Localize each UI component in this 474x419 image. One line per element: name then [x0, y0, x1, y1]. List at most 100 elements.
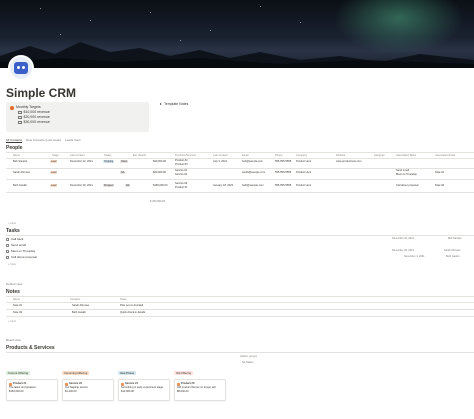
col-header[interactable]: Associated Tasks: [396, 154, 416, 157]
page-title: Simple CRM: [6, 86, 77, 100]
note-text: Quick check-in details: [120, 311, 146, 314]
checkbox[interactable]: [6, 249, 9, 253]
phone[interactable]: 555-555-5555: [275, 171, 291, 174]
deal-value: $30,000.00: [153, 160, 166, 163]
col-header[interactable]: Stage: [52, 154, 59, 157]
person-name[interactable]: Sarah Ahmose: [13, 171, 30, 174]
view-tabs: All Contacts New Contacts (Last week) Le…: [6, 138, 81, 143]
board-column: Current Offering Product #1 The latest a…: [6, 361, 58, 403]
product-card[interactable]: Service #4 Something in early experiment…: [118, 379, 170, 401]
task-link[interactable]: Send email: [396, 169, 409, 172]
task-name: Send email: [11, 243, 27, 247]
col-header[interactable]: Email: [242, 154, 249, 157]
deal-value: $150,000.00: [153, 184, 168, 187]
status-tag: Ongoing: [103, 160, 115, 163]
col-header[interactable]: Phone: [275, 154, 283, 157]
column-header[interactable]: Current Offering: [6, 371, 31, 375]
person-name[interactable]: Bob Sample: [13, 160, 27, 163]
table-divider: [6, 302, 474, 303]
task-link[interactable]: Call about proposal: [396, 184, 418, 187]
col-header[interactable]: Notes: [120, 298, 127, 301]
col-header[interactable]: Last Contact: [70, 154, 85, 157]
note-link[interactable]: Note #1: [435, 171, 444, 174]
notes-view-tabs: Default view: [6, 282, 22, 286]
checkbox[interactable]: [18, 120, 22, 125]
checkbox[interactable]: [6, 243, 9, 247]
col-header[interactable]: Name: [13, 298, 20, 301]
column-header[interactable]: Idea Phase: [118, 371, 137, 375]
column-header[interactable]: Old Offering: [174, 371, 194, 375]
task-item[interactable]: Send email: [6, 243, 26, 247]
status-tag: Prospect: [103, 184, 115, 187]
no-status-group[interactable]: No Status: [242, 361, 253, 364]
col-header[interactable]: Products/Services: [175, 154, 196, 157]
tab-leads-view[interactable]: Leads View: [65, 138, 80, 143]
note-name[interactable]: Note #1: [13, 304, 22, 307]
person-name[interactable]: Beth Gaskin: [13, 184, 27, 187]
note-name[interactable]: Note #2: [13, 311, 22, 314]
toggle-label: Template Notes: [164, 102, 189, 106]
view-board[interactable]: Board view: [6, 338, 21, 342]
task-item[interactable]: Call about proposal: [6, 255, 37, 259]
phone[interactable]: 555-555-5555: [275, 184, 291, 187]
product-card[interactable]: Service #3 Our flagship service $1,200.0…: [62, 379, 114, 401]
deal-value: $20,000.00: [153, 171, 166, 174]
add-person-button[interactable]: + New: [8, 221, 16, 225]
product-card[interactable]: Product #1 The latest and greatest $150,…: [6, 379, 58, 401]
product-link[interactable]: Service #3: [175, 182, 187, 185]
col-header[interactable]: Est. Deal $: [133, 154, 146, 157]
product-link[interactable]: Product #2: [175, 159, 188, 162]
board-column: Idea Phase Service #4 Something in early…: [118, 361, 170, 403]
col-header[interactable]: Last Contact: [213, 154, 228, 157]
col-header[interactable]: Website: [336, 154, 345, 157]
col-header[interactable]: Assignee: [374, 154, 385, 157]
task-item[interactable]: Meet on Thursday: [6, 249, 35, 253]
company: Product Hunt: [296, 160, 312, 163]
people-title: People: [6, 145, 23, 151]
table-divider: [6, 158, 474, 159]
email[interactable]: bob@sample.com: [242, 160, 263, 163]
fire-icon: [10, 105, 14, 110]
note-link[interactable]: Note #2: [435, 184, 444, 187]
product-link[interactable]: Service #1: [175, 169, 187, 172]
hidden-groups-label[interactable]: Hidden groups: [240, 355, 257, 358]
task-date: November 22, 2021: [392, 237, 414, 240]
stage-tag: Lead: [50, 160, 58, 163]
note-contact[interactable]: Sarah Ahmose: [72, 304, 89, 307]
tab-new-contacts[interactable]: New Contacts (Last week): [26, 138, 61, 143]
col-header[interactable]: Contacts: [70, 298, 80, 301]
product-card[interactable]: Product #3 Old product that we no longer…: [174, 379, 226, 401]
card-price: $150,000.00: [9, 390, 24, 393]
task-item[interactable]: Call back: [6, 237, 23, 241]
card-price: $1,200.00: [65, 390, 77, 393]
col-header[interactable]: Status: [104, 154, 111, 157]
checkbox[interactable]: [6, 255, 9, 259]
email[interactable]: sarah@sample.com: [242, 171, 265, 174]
stage-tag: Lead: [50, 184, 58, 187]
task-link[interactable]: Meet on Thursday: [396, 173, 417, 176]
tab-all-contacts[interactable]: All Contacts: [6, 138, 23, 143]
add-note-button[interactable]: + New: [8, 319, 16, 323]
card-price: $8,000.00: [177, 390, 189, 393]
add-task-button[interactable]: + New: [8, 262, 16, 266]
col-header[interactable]: Company: [296, 154, 307, 157]
template-notes-toggle[interactable]: Template Notes: [160, 102, 188, 106]
product-link[interactable]: Service #2: [175, 173, 187, 176]
page-icon-robot[interactable]: [8, 55, 34, 81]
email[interactable]: beth@sample.com: [242, 184, 264, 187]
note-contact[interactable]: Beth Gaskin: [72, 311, 86, 314]
column-header[interactable]: Upcoming Offering: [62, 371, 90, 375]
table-divider: [6, 152, 474, 153]
website[interactable]: www.productnote.com: [336, 160, 362, 163]
phone[interactable]: 555-555-5555: [275, 160, 291, 163]
product-link[interactable]: Product #1: [175, 186, 188, 189]
product-link[interactable]: Product #3: [175, 163, 188, 166]
view-default[interactable]: Default view: [6, 282, 22, 286]
status-tag: Client: [120, 160, 129, 163]
checkbox[interactable]: [6, 237, 9, 241]
toggle-triangle-icon[interactable]: [160, 103, 162, 105]
checkbox[interactable]: [18, 115, 22, 120]
col-header[interactable]: Name: [13, 154, 20, 157]
col-header[interactable]: Associated Notes: [435, 154, 455, 157]
checkbox[interactable]: [18, 110, 22, 115]
